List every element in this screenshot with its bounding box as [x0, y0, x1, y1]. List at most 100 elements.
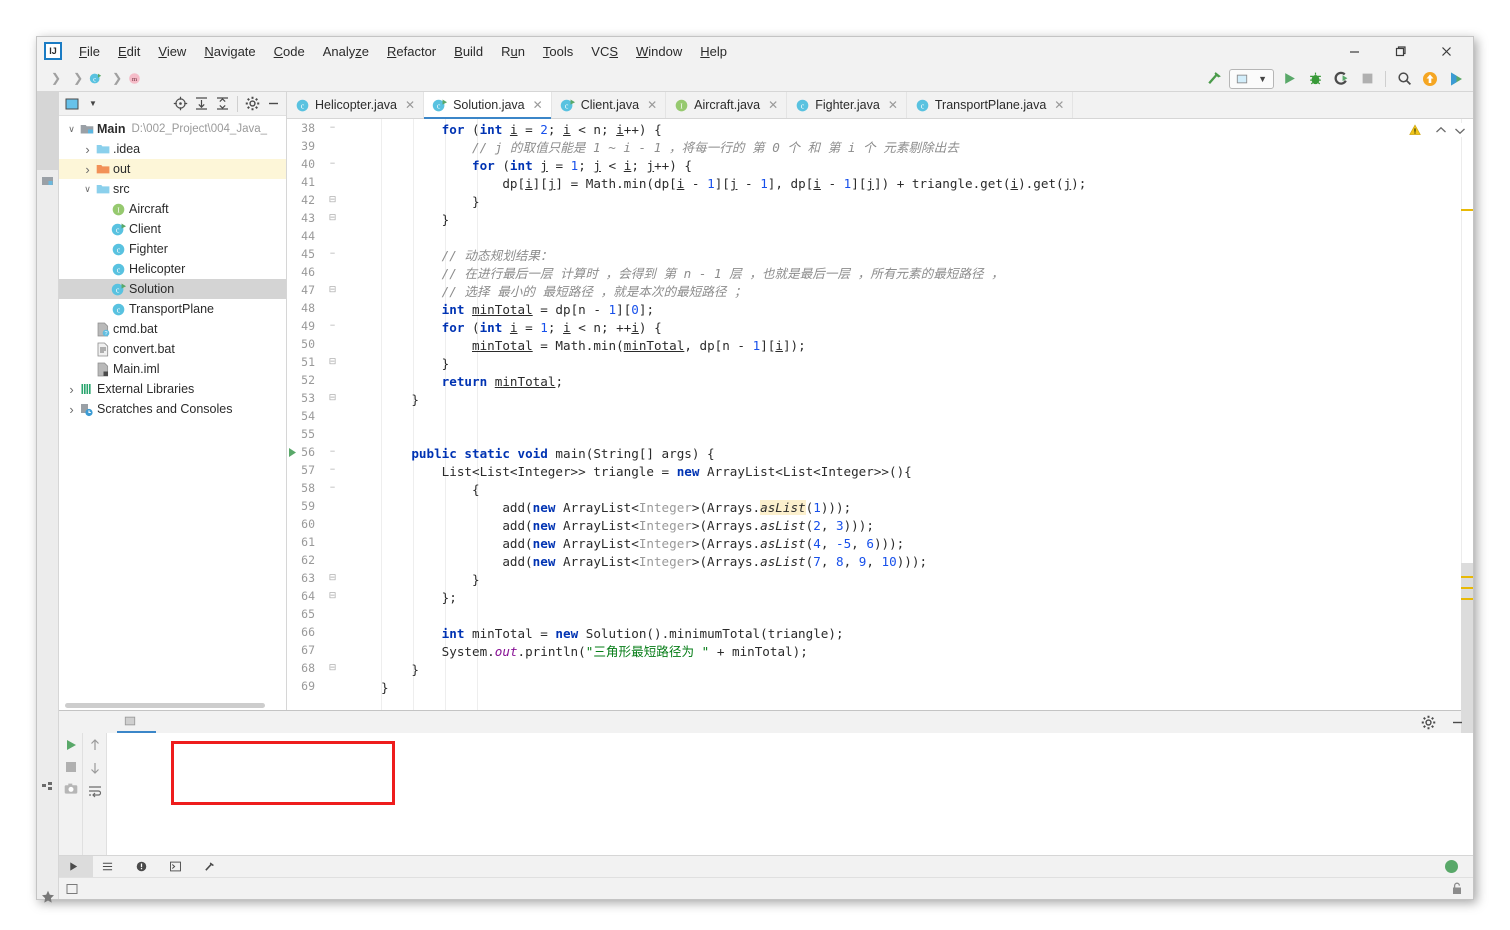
- gear-icon[interactable]: [243, 94, 262, 113]
- close-icon[interactable]: ✕: [647, 98, 657, 112]
- warning-stripe[interactable]: [1461, 576, 1473, 578]
- sidebar-item-favorites[interactable]: [37, 796, 59, 884]
- tree-item-external-libraries[interactable]: › External Libraries: [59, 379, 286, 399]
- sidebar-item-structure[interactable]: [37, 688, 59, 776]
- menu-tools[interactable]: Tools: [534, 41, 582, 62]
- fold-marker[interactable]: ⊟: [328, 392, 337, 403]
- chevron-down-icon[interactable]: ∨: [81, 184, 94, 195]
- chevron-right-icon[interactable]: ›: [65, 382, 78, 397]
- menu-analyze[interactable]: Analyze: [314, 41, 378, 62]
- screenshot-icon[interactable]: [64, 782, 78, 796]
- code-line[interactable]: }: [381, 391, 1086, 409]
- tree-item-src[interactable]: ∨ src: [59, 179, 286, 199]
- tab-build[interactable]: [195, 856, 229, 878]
- tree-item-helicopter[interactable]: c Helicopter: [59, 259, 286, 279]
- fold-marker[interactable]: −: [328, 464, 337, 474]
- editor-tab-aircraft[interactable]: I Aircraft.java ✕: [666, 92, 788, 118]
- editor-tab-client[interactable]: c Client.java ✕: [552, 92, 667, 118]
- code-line[interactable]: // 动态规划结果：: [381, 247, 1086, 265]
- tree-item-main-iml[interactable]: Main.iml: [59, 359, 286, 379]
- code-line[interactable]: add(new ArrayList<Integer>(Arrays.asList…: [381, 553, 1086, 571]
- tab-terminal[interactable]: [161, 856, 195, 878]
- down-icon[interactable]: [88, 761, 102, 775]
- menu-window[interactable]: Window: [627, 41, 691, 62]
- menu-view[interactable]: View: [149, 41, 195, 62]
- warning-stripe[interactable]: [1461, 587, 1473, 589]
- code-line[interactable]: }: [381, 571, 1086, 589]
- fold-marker[interactable]: −: [328, 446, 337, 456]
- close-icon[interactable]: ✕: [405, 98, 415, 112]
- debug-icon[interactable]: [1304, 68, 1326, 90]
- lock-icon[interactable]: [1451, 882, 1463, 895]
- soft-wrap-icon[interactable]: [88, 784, 102, 798]
- editor-markup-bar[interactable]: [1461, 119, 1473, 741]
- fold-marker[interactable]: −: [328, 158, 337, 168]
- run-icon[interactable]: [1278, 68, 1300, 90]
- tree-item-scratches-and-consoles[interactable]: › Scratches and Consoles: [59, 399, 286, 419]
- editor-tab-solution[interactable]: c Solution.java ✕: [424, 92, 552, 119]
- run-coverage-icon[interactable]: [1330, 68, 1352, 90]
- code-line[interactable]: for (int i = 1; i < n; ++i) {: [381, 319, 1086, 337]
- fold-marker[interactable]: ⊟: [328, 284, 337, 295]
- code-line[interactable]: int minTotal = new Solution().minimumTot…: [381, 625, 1086, 643]
- maximize-icon[interactable]: [1377, 37, 1423, 65]
- close-icon[interactable]: ✕: [768, 98, 778, 112]
- menu-build[interactable]: Build: [445, 41, 492, 62]
- tree-item-solution[interactable]: c Solution: [59, 279, 286, 299]
- menu-vcs[interactable]: VCS: [582, 41, 627, 62]
- breadcrumb-class[interactable]: c: [89, 72, 106, 85]
- code-line[interactable]: for (int i = 2; i < n; i++) {: [381, 121, 1086, 139]
- code-line[interactable]: List<List<Integer>> triangle = new Array…: [381, 463, 1086, 481]
- code-line[interactable]: }: [381, 211, 1086, 229]
- collapse-all-icon[interactable]: [213, 94, 232, 113]
- console-output[interactable]: [107, 733, 1473, 855]
- close-icon[interactable]: [1423, 37, 1469, 65]
- code-line[interactable]: minTotal = Math.min(minTotal, dp[n - 1][…: [381, 337, 1086, 355]
- chevron-right-icon[interactable]: ›: [81, 142, 94, 157]
- menu-file[interactable]: File: [70, 41, 109, 62]
- tab-run[interactable]: [59, 855, 93, 878]
- code-scroll-area[interactable]: for (int i = 2; i < n; i++) { // j 的取值只能…: [345, 119, 1461, 710]
- breadcrumb-method[interactable]: m: [128, 72, 145, 85]
- code-line[interactable]: }: [381, 355, 1086, 373]
- editor-tab-helicopter[interactable]: c Helicopter.java ✕: [287, 92, 425, 118]
- warning-stripe[interactable]: [1461, 598, 1473, 600]
- code-line[interactable]: for (int j = 1; j < i; j++) {: [381, 157, 1086, 175]
- code-line[interactable]: public static void main(String[] args) {: [381, 445, 1086, 463]
- project-horizontal-scrollbar[interactable]: [59, 701, 286, 710]
- hide-icon[interactable]: [264, 94, 283, 113]
- menu-code[interactable]: Code: [265, 41, 314, 62]
- fold-marker[interactable]: −: [328, 320, 337, 330]
- code-line[interactable]: }: [381, 661, 1086, 679]
- close-icon[interactable]: ✕: [888, 98, 898, 112]
- close-icon[interactable]: ✕: [533, 98, 543, 112]
- code-line[interactable]: return minTotal;: [381, 373, 1086, 391]
- fold-marker[interactable]: ⊟: [328, 662, 337, 673]
- update-project-icon[interactable]: [1419, 68, 1441, 90]
- chevron-right-icon[interactable]: ›: [81, 162, 94, 177]
- editor-tab-transportplane[interactable]: c TransportPlane.java ✕: [907, 92, 1074, 118]
- menu-navigate[interactable]: Navigate: [195, 41, 264, 62]
- tab-problems[interactable]: [127, 856, 161, 878]
- fold-marker[interactable]: ⊟: [328, 572, 337, 583]
- chevron-right-icon[interactable]: ›: [65, 402, 78, 417]
- fold-marker[interactable]: −: [328, 248, 337, 258]
- code-line[interactable]: {: [381, 481, 1086, 499]
- tree-item-cmd-bat[interactable]: ? cmd.bat: [59, 319, 286, 339]
- chevron-down-icon[interactable]: ∨: [65, 124, 78, 135]
- tree-item-out[interactable]: › out: [59, 159, 286, 179]
- tree-item--idea[interactable]: › .idea: [59, 139, 286, 159]
- inspection-next-icon[interactable]: [1454, 126, 1466, 135]
- locate-icon[interactable]: [171, 94, 190, 113]
- expand-all-icon[interactable]: [192, 94, 211, 113]
- code-line[interactable]: // j 的取值只能是 1 ~ i - 1 ，将每一行的 第 0 个 和 第 i…: [381, 139, 1086, 157]
- project-tree[interactable]: ∨ Main D:\002_Project\004_Java_ › .idea › out ∨…: [59, 116, 286, 701]
- code-line[interactable]: add(new ArrayList<Integer>(Arrays.asList…: [381, 517, 1086, 535]
- code-line[interactable]: [381, 409, 1086, 427]
- source-code[interactable]: for (int i = 2; i < n; i++) { // j 的取值只能…: [345, 121, 1086, 697]
- up-icon[interactable]: [88, 738, 102, 752]
- project-panel-title[interactable]: ▼: [83, 99, 97, 108]
- code-line[interactable]: dp[i][j] = Math.min(dp[i - 1][j - 1], dp…: [381, 175, 1086, 193]
- code-line[interactable]: System.out.println("三角形最短路径为 " + minTota…: [381, 643, 1086, 661]
- code-line[interactable]: };: [381, 589, 1086, 607]
